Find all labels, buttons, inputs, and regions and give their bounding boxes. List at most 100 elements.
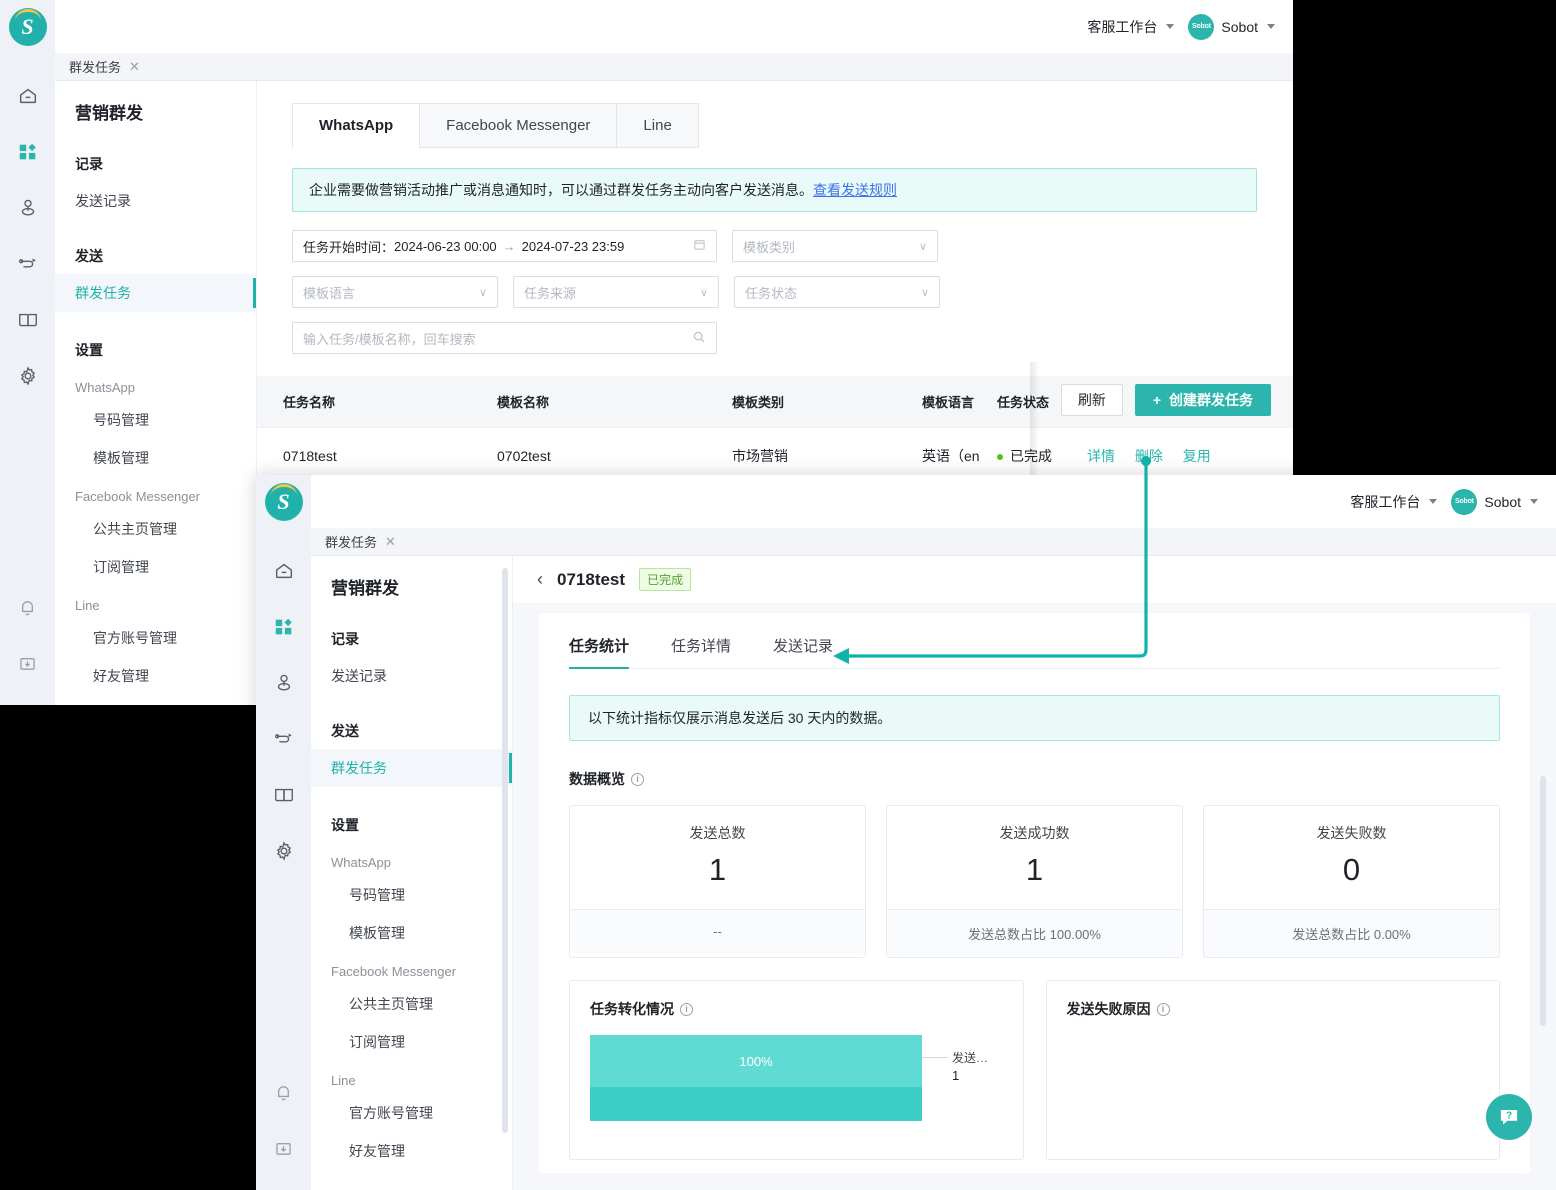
action-reuse-link[interactable]: 复用 (1183, 448, 1211, 464)
info-banner-text: 企业需要做营销活动推广或消息通知时，可以通过群发任务主动向客户发送消息。 (309, 182, 813, 198)
sidebar-item-send-records[interactable]: 发送记录 (311, 657, 512, 695)
close-icon[interactable]: ✕ (129, 59, 140, 75)
bell-icon[interactable] (256, 1064, 311, 1120)
flow-icon[interactable] (256, 711, 311, 767)
sidebar-item-broadcast-task[interactable]: 群发任务 (55, 274, 256, 312)
nav-scrollbar[interactable] (502, 568, 508, 1133)
channel-tabs: WhatsApp Facebook Messenger Line (257, 81, 1293, 148)
action-detail-link[interactable]: 详情 (1087, 448, 1115, 464)
action-delete-link[interactable]: 删除 (1135, 448, 1163, 464)
info-circle-icon[interactable]: i (680, 1002, 693, 1016)
nav-group-records: 记录 (331, 631, 359, 647)
sidebar-item-subscription-mgmt[interactable]: 订阅管理 (55, 548, 256, 586)
app-window-task-detail: 客服工作台 Sobot Sobot S 群发任务 ✕ 营销群发 记录 发送记录 … (256, 475, 1556, 1190)
card-footer: 发送总数占比 0.00% (1204, 909, 1499, 957)
nav-group-records: 记录 (75, 156, 103, 172)
svg-text:?: ? (1506, 1111, 1512, 1122)
sidebar-item-official-account-mgmt[interactable]: 官方账号管理 (311, 1094, 512, 1132)
funnel-segment-label: 100% (739, 1053, 773, 1069)
sidebar-item-number-mgmt[interactable]: 号码管理 (311, 876, 512, 914)
refresh-button[interactable]: 刷新 (1060, 384, 1123, 416)
sidebar-item-page-mgmt[interactable]: 公共主页管理 (311, 985, 512, 1023)
calendar-icon[interactable] (693, 238, 706, 254)
task-source-select[interactable]: 任务来源 ∨ (513, 276, 719, 308)
card-value: 0 (1342, 852, 1361, 887)
date-from: 2024-06-23 00:00 (394, 238, 497, 254)
tab-task-statistics[interactable]: 任务统计 (569, 627, 630, 669)
card-label: 发送失败数 (1316, 825, 1387, 841)
plus-icon: + (1152, 392, 1161, 408)
sidebar-item-number-mgmt[interactable]: 号码管理 (55, 401, 256, 439)
create-button-label: 创建群发任务 (1169, 392, 1253, 408)
apps-grid-icon[interactable] (0, 124, 55, 180)
window2-left-nav: 营销群发 记录 发送记录 发送 群发任务 设置 WhatsApp 号码管理 模板… (311, 556, 513, 1190)
overview-cards: 发送总数 1 -- 发送成功数 1 发送总数占比 100.00% 发送失败数 0… (569, 805, 1500, 958)
date-range-picker[interactable]: 任务开始时间： 2024-06-23 00:00 → 2024-07-23 23… (292, 230, 717, 262)
info-banner: 企业需要做营销活动推广或消息通知时，可以通过群发任务主动向客户发送消息。查看发送… (292, 168, 1257, 212)
sidebar-item-official-account-mgmt[interactable]: 官方账号管理 (55, 619, 256, 657)
sidebar-item-send-records[interactable]: 发送记录 (55, 182, 256, 220)
content-scrollbar[interactable] (1540, 776, 1546, 1026)
tab-task-detail[interactable]: 任务详情 (671, 627, 731, 668)
doc-tab-broadcast[interactable]: 群发任务 ✕ (325, 532, 396, 551)
tab-whatsapp[interactable]: WhatsApp (292, 103, 421, 148)
download-box-icon[interactable] (256, 1120, 311, 1176)
status-badge: 已完成 (1010, 448, 1052, 464)
user-menu[interactable]: Sobot Sobot (1188, 13, 1275, 40)
workbench-switcher[interactable]: 客服工作台 (1350, 492, 1438, 512)
app-logo[interactable]: S (8, 8, 47, 46)
gear-icon[interactable] (0, 348, 55, 404)
help-button[interactable]: ? (1486, 1094, 1532, 1140)
bell-icon[interactable] (0, 579, 55, 635)
chevron-down-icon (1530, 499, 1538, 504)
info-circle-icon[interactable]: i (1156, 1002, 1170, 1016)
sidebar-item-broadcast-task[interactable]: 群发任务 (311, 749, 512, 787)
back-icon[interactable]: ‹ (537, 569, 543, 590)
nav-section-whatsapp: WhatsApp (331, 855, 391, 870)
template-language-select[interactable]: 模板语言 ∨ (292, 276, 498, 308)
home-icon[interactable] (256, 543, 311, 599)
window1-left-nav: 营销群发 记录 发送记录 发送 群发任务 设置 WhatsApp 号码管理 模板… (55, 81, 257, 705)
home-icon[interactable] (0, 68, 55, 124)
apps-grid-icon[interactable] (256, 599, 311, 655)
close-icon[interactable]: ✕ (385, 534, 396, 550)
user-menu[interactable]: Sobot Sobot (1451, 488, 1538, 515)
sidebar-item-template-mgmt[interactable]: 模板管理 (55, 439, 256, 477)
knowledge-book-icon[interactable] (0, 292, 55, 348)
nav-title: 营销群发 (331, 579, 399, 598)
chevron-down-icon: ∨ (478, 286, 487, 299)
search-input[interactable]: 输入任务/模板名称，回车搜索 (292, 322, 717, 354)
doc-tab-broadcast[interactable]: 群发任务 ✕ (69, 57, 140, 76)
template-category-select[interactable]: 模板类别 ∨ (732, 230, 938, 262)
chevron-down-icon (1267, 24, 1275, 29)
knowledge-book-icon[interactable] (256, 767, 311, 823)
page-title: 0718test (557, 569, 626, 589)
view-rules-link[interactable]: 查看发送规则 (813, 182, 897, 198)
download-box-icon[interactable] (0, 635, 55, 691)
sidebar-item-subscription-mgmt[interactable]: 订阅管理 (311, 1023, 512, 1061)
search-icon[interactable] (692, 330, 706, 347)
contacts-icon[interactable] (256, 655, 311, 711)
info-circle-icon[interactable]: i (631, 772, 644, 786)
app-logo[interactable]: S (264, 483, 303, 521)
funnel-segment-2 (590, 1087, 922, 1121)
window1-doc-tabstrip: 群发任务 ✕ (55, 53, 1293, 81)
user-name: Sobot (1484, 493, 1521, 510)
card-label: 发送成功数 (999, 825, 1070, 841)
funnel-leader-line (922, 1057, 948, 1058)
user-name: Sobot (1221, 18, 1258, 35)
sidebar-item-friend-mgmt[interactable]: 好友管理 (55, 657, 256, 695)
flow-icon[interactable] (0, 236, 55, 292)
task-status-select[interactable]: 任务状态 ∨ (734, 276, 940, 308)
col-template-name: 模板名称 (497, 376, 732, 428)
sidebar-item-page-mgmt[interactable]: 公共主页管理 (55, 510, 256, 548)
create-broadcast-task-button[interactable]: + 创建群发任务 (1134, 384, 1271, 416)
gear-icon[interactable] (256, 823, 311, 879)
sidebar-item-friend-mgmt[interactable]: 好友管理 (311, 1132, 512, 1170)
contacts-icon[interactable] (0, 180, 55, 236)
tab-line[interactable]: Line (616, 103, 699, 148)
sidebar-item-template-mgmt[interactable]: 模板管理 (311, 914, 512, 952)
tab-facebook-messenger[interactable]: Facebook Messenger (419, 103, 618, 148)
workbench-switcher[interactable]: 客服工作台 (1087, 17, 1175, 37)
tab-send-records[interactable]: 发送记录 (773, 627, 833, 668)
